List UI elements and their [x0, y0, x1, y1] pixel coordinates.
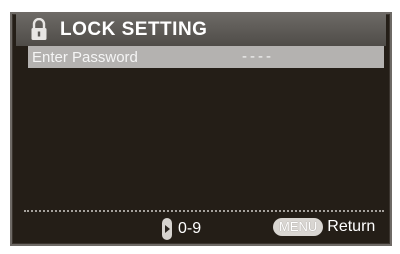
- title-bar: LOCK SETTING: [16, 14, 386, 46]
- lock-icon: [28, 17, 50, 43]
- return-label: Return: [327, 218, 376, 235]
- digits-hint: 0-9: [162, 218, 201, 240]
- password-row[interactable]: Enter Password ----: [28, 46, 384, 68]
- menu-button-icon[interactable]: MENU: [273, 218, 324, 236]
- footer-divider: [24, 210, 384, 212]
- return-hint[interactable]: MENU Return: [273, 218, 375, 236]
- password-field[interactable]: ----: [242, 48, 274, 65]
- osd-window: LOCK SETTING Enter Password ---- 0-9 MEN…: [0, 0, 400, 254]
- numpad-icon: [162, 218, 172, 240]
- menu-title: LOCK SETTING: [60, 19, 208, 40]
- password-label: Enter Password: [32, 48, 138, 66]
- digits-label: 0-9: [178, 220, 202, 237]
